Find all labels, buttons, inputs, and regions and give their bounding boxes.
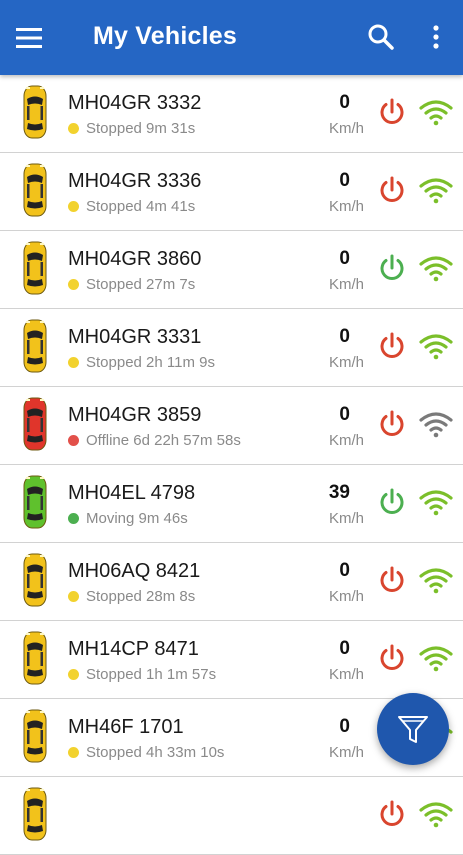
status-text: Stopped 4h 33m 10s — [86, 744, 225, 761]
speed-unit: Km/h — [328, 666, 364, 683]
car-icon — [22, 631, 48, 685]
vehicle-row[interactable]: MH04GR 3332 Stopped 9m 31s 0 Km/h — [0, 75, 463, 153]
car-icon — [22, 319, 48, 373]
ignition-power-icon — [377, 643, 407, 673]
car-icon — [22, 475, 48, 529]
vehicle-plate: MH04GR 3859 — [68, 404, 202, 426]
signal-wifi-icon — [418, 411, 454, 439]
ignition-power-icon — [377, 331, 407, 361]
vehicle-row[interactable]: MH14CP 8471 Stopped 1h 1m 57s 0 Km/h — [0, 621, 463, 699]
status-dot — [68, 513, 79, 524]
car-icon — [22, 553, 48, 607]
car-icon — [22, 241, 48, 295]
status-text: Stopped 2h 11m 9s — [86, 354, 215, 371]
car-icon — [22, 85, 48, 139]
car-icon — [22, 709, 48, 763]
vehicle-row[interactable]: MH04GR 3859 Offline 6d 22h 57m 58s 0 Km/… — [0, 387, 463, 465]
ignition-power-icon — [377, 487, 407, 517]
status-text: Stopped 4m 41s — [86, 198, 196, 215]
signal-wifi-icon — [418, 177, 454, 205]
ignition-power-icon — [377, 175, 407, 205]
ignition-power-icon — [377, 565, 407, 595]
ignition-power-icon — [377, 409, 407, 439]
status-dot — [68, 669, 79, 680]
ignition-power-icon — [377, 97, 407, 127]
speed-unit: Km/h — [328, 744, 364, 761]
vehicle-row[interactable]: MH04GR 3331 Stopped 2h 11m 9s 0 Km/h — [0, 309, 463, 387]
ignition-power-icon — [377, 253, 407, 283]
vehicle-status: Stopped 27m 7s — [68, 276, 195, 293]
vehicle-row[interactable]: MH04EL 4798 Moving 9m 46s 39 Km/h — [0, 465, 463, 543]
vehicle-row[interactable] — [0, 777, 463, 855]
signal-wifi-icon — [418, 333, 454, 361]
status-dot — [68, 279, 79, 290]
vehicle-status: Stopped 4m 41s — [68, 198, 195, 215]
vehicle-speed: 0 — [339, 92, 350, 113]
vehicle-speed: 0 — [339, 404, 350, 425]
vehicle-speed: 0 — [339, 326, 350, 347]
more-vertical-icon[interactable] — [426, 22, 446, 52]
speed-unit: Km/h — [328, 354, 364, 371]
status-dot — [68, 201, 79, 212]
status-dot — [68, 747, 79, 758]
vehicle-row[interactable]: MH04GR 3860 Stopped 27m 7s 0 Km/h — [0, 231, 463, 309]
signal-wifi-icon — [418, 801, 454, 829]
speed-unit: Km/h — [328, 198, 364, 215]
vehicle-speed: 0 — [339, 560, 350, 581]
signal-wifi-icon — [418, 99, 454, 127]
status-text: Stopped 1h 1m 57s — [86, 666, 217, 683]
vehicle-speed: 0 — [339, 248, 350, 269]
status-dot — [68, 123, 79, 134]
filter-button[interactable] — [377, 693, 449, 765]
vehicle-speed: 39 — [328, 482, 350, 503]
speed-unit: Km/h — [328, 276, 364, 293]
search-icon[interactable] — [366, 22, 396, 52]
vehicle-row[interactable]: MH04GR 3336 Stopped 4m 41s 0 Km/h — [0, 153, 463, 231]
vehicle-speed: 0 — [339, 638, 350, 659]
vehicle-status: Moving 9m 46s — [68, 510, 188, 527]
vehicle-plate: MH04GR 3332 — [68, 92, 202, 114]
vehicle-plate: MH04GR 3336 — [68, 170, 202, 192]
signal-wifi-icon — [418, 489, 454, 517]
vehicle-status: Offline 6d 22h 57m 58s — [68, 432, 241, 449]
vehicle-status: Stopped 2h 11m 9s — [68, 354, 215, 371]
vehicle-status: Stopped 1h 1m 57s — [68, 666, 216, 683]
status-text: Stopped 9m 31s — [86, 120, 196, 137]
status-text: Stopped 28m 8s — [86, 588, 196, 605]
status-text: Moving 9m 46s — [86, 510, 188, 527]
speed-unit: Km/h — [328, 432, 364, 449]
vehicle-status: Stopped 4h 33m 10s — [68, 744, 224, 761]
vehicle-speed: 0 — [339, 716, 350, 737]
filter-funnel-icon — [398, 716, 428, 743]
vehicle-status: Stopped 9m 31s — [68, 120, 195, 137]
vehicle-plate: MH06AQ 8421 — [68, 560, 201, 582]
speed-unit: Km/h — [328, 510, 364, 527]
status-dot — [68, 591, 79, 602]
status-dot — [68, 435, 79, 446]
vehicle-status: Stopped 28m 8s — [68, 588, 195, 605]
app-bar: My Vehicles — [0, 0, 463, 75]
speed-unit: Km/h — [328, 588, 364, 605]
vehicle-plate: MH46F 1701 — [68, 716, 184, 738]
car-icon — [22, 787, 48, 841]
car-icon — [22, 163, 48, 217]
vehicle-plate: MH04GR 3860 — [68, 248, 202, 270]
hamburger-menu-icon[interactable] — [16, 20, 56, 56]
vehicle-plate: MH04GR 3331 — [68, 326, 202, 348]
signal-wifi-icon — [418, 255, 454, 283]
status-dot — [68, 357, 79, 368]
vehicle-plate: MH14CP 8471 — [68, 638, 199, 660]
ignition-power-icon — [377, 799, 407, 829]
status-text: Offline 6d 22h 57m 58s — [86, 432, 241, 449]
speed-unit: Km/h — [328, 120, 364, 137]
page-title: My Vehicles — [93, 22, 237, 50]
car-icon — [22, 397, 48, 451]
vehicle-plate: MH04EL 4798 — [68, 482, 196, 504]
vehicle-speed: 0 — [339, 170, 350, 191]
signal-wifi-icon — [418, 567, 454, 595]
vehicle-row[interactable]: MH06AQ 8421 Stopped 28m 8s 0 Km/h — [0, 543, 463, 621]
signal-wifi-icon — [418, 645, 454, 673]
status-text: Stopped 27m 7s — [86, 276, 196, 293]
